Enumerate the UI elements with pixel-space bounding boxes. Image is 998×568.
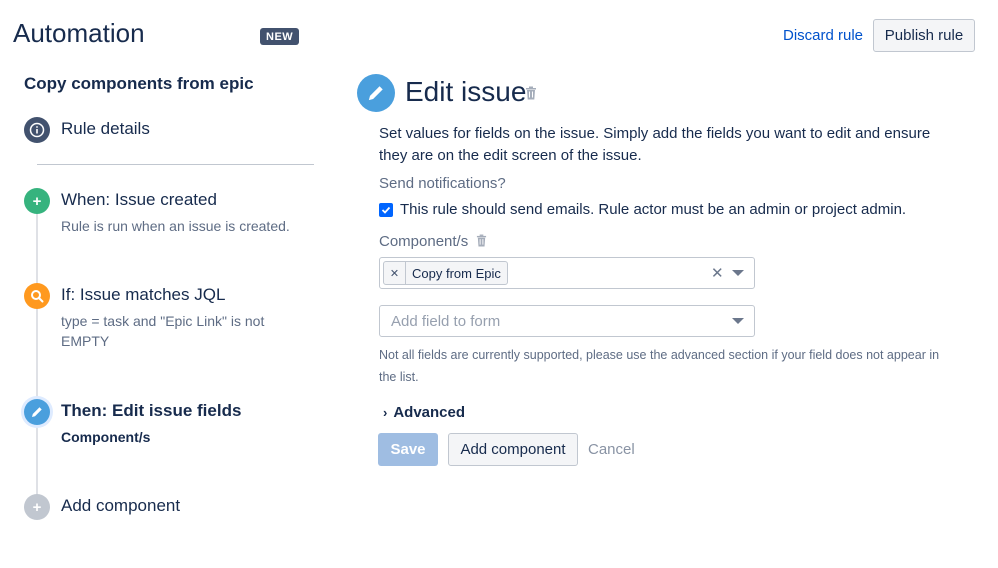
pencil-icon [24,399,50,425]
component-label: Component/s [379,233,469,250]
step-title: Then: Edit issue fields [61,401,242,420]
new-badge: NEW [260,28,300,45]
step-description: Rule is run when an issue is created. [61,218,290,234]
save-button[interactable]: Save [378,433,438,466]
clear-icon[interactable]: ✕ [711,264,724,282]
editor-title: Edit issue [405,76,527,107]
add-component-button[interactable]: Add component [448,433,578,466]
pencil-icon [357,74,395,112]
page-title: Automation [13,18,145,48]
send-emails-label[interactable]: This rule should send emails. Rule actor… [400,201,906,218]
chevron-down-icon[interactable] [732,270,744,276]
step-title: If: Issue matches JQL [61,285,226,304]
rule-details-label: Rule details [61,119,150,138]
publish-rule-button[interactable]: Publish rule [873,19,975,52]
rule-name: Copy components from epic [24,74,254,93]
send-emails-checkbox[interactable] [379,203,393,217]
add-field-select[interactable]: Add field to form [379,305,755,337]
step-title: Add component [61,496,181,515]
step-description: Component/s [61,429,151,445]
advanced-toggle[interactable]: › Advanced [383,404,465,421]
step-description: type = task and "Epic Link" is not EMPTY [61,313,265,349]
step-title: When: Issue created [61,190,217,209]
editor-description: Set values for fields on the issue. Simp… [379,125,931,164]
trash-icon[interactable] [525,86,537,105]
info-icon [24,117,50,143]
plus-icon: + [24,188,50,214]
component-tag: ✕ Copy from Epic [383,261,508,285]
help-text: Not all fields are currently supported, … [379,348,940,384]
remove-tag-icon[interactable]: ✕ [384,262,406,284]
advanced-label: Advanced [393,404,466,421]
component-tag-label: Copy from Epic [412,265,501,281]
add-field-placeholder: Add field to form [391,313,501,330]
plus-icon: + [24,494,50,520]
component-select[interactable]: ✕ Copy from Epic ✕ [379,257,755,289]
sidebar-divider [37,164,314,165]
discard-rule-link[interactable]: Discard rule [783,27,863,44]
chevron-down-icon[interactable] [732,318,744,324]
chevron-right-icon: › [383,405,388,420]
trash-icon[interactable] [476,234,487,252]
notifications-label: Send notifications? [379,175,506,192]
magnifier-icon [24,283,50,309]
step-timeline [36,210,38,500]
cancel-link[interactable]: Cancel [588,441,635,458]
